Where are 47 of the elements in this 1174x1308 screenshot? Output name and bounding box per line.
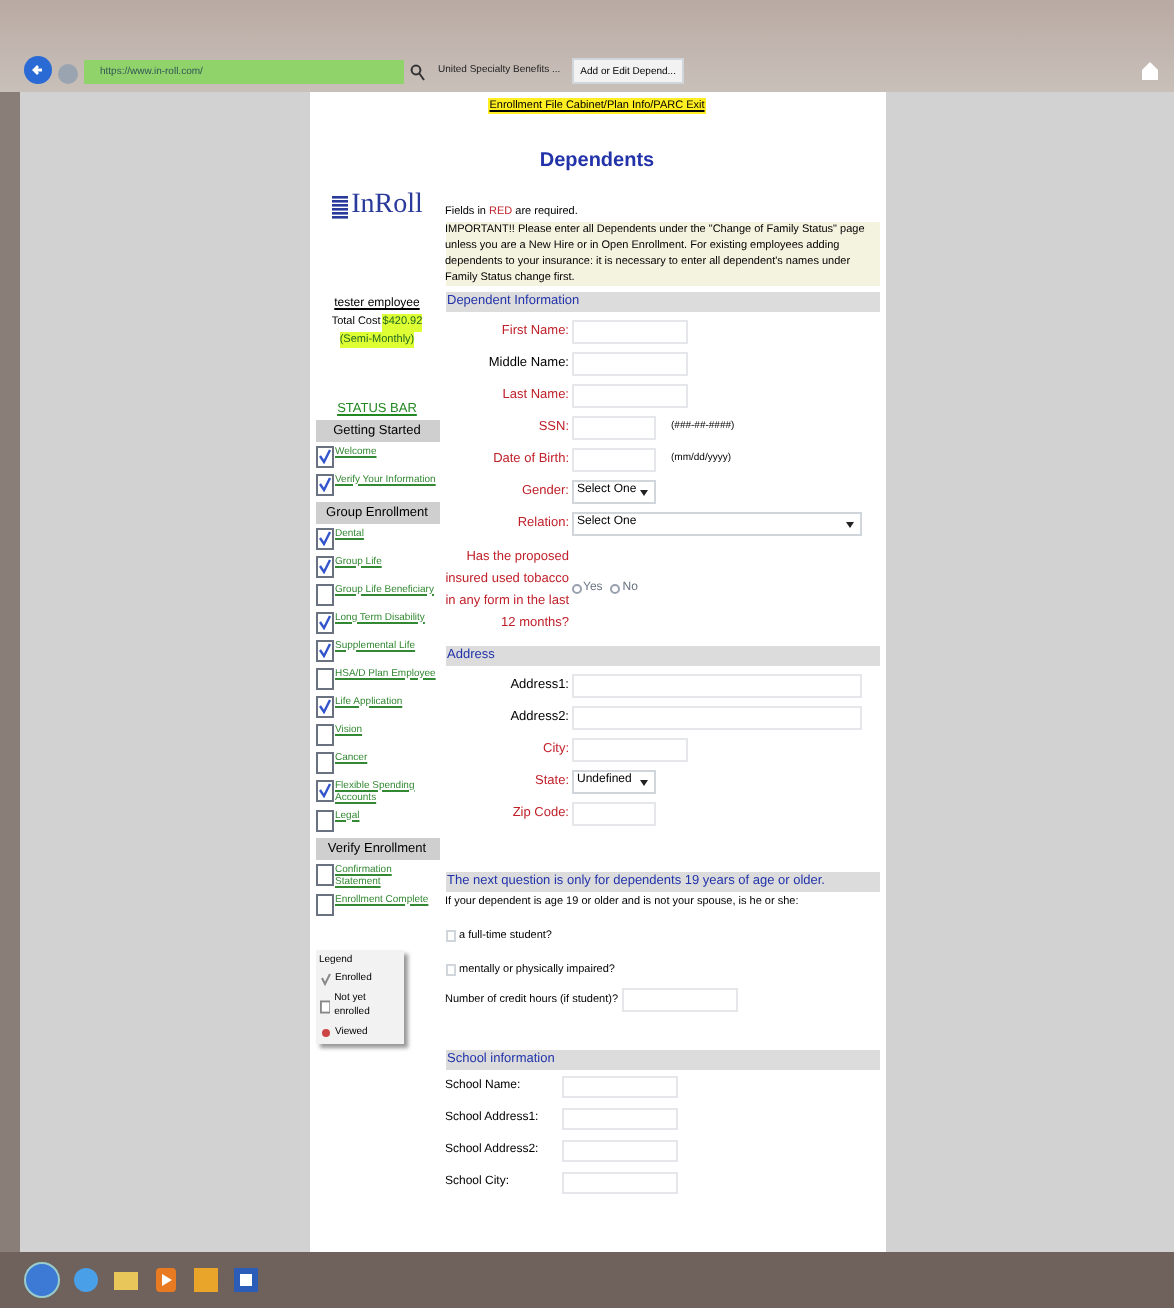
- text-field[interactable]: [571, 737, 687, 761]
- text-field[interactable]: [561, 1075, 677, 1098]
- check-icon: [317, 698, 331, 714]
- browser-icon[interactable]: [72, 1266, 100, 1294]
- check-icon: [317, 782, 331, 798]
- text-field[interactable]: [571, 801, 655, 825]
- mail-app-icon[interactable]: [192, 1266, 220, 1294]
- text-field[interactable]: [571, 673, 861, 697]
- back-button[interactable]: [24, 56, 52, 84]
- logo-icon: [331, 193, 348, 220]
- text-field[interactable]: [561, 1139, 677, 1162]
- checkbox[interactable]: [315, 555, 333, 577]
- viewed-icon: [319, 1025, 331, 1040]
- text-field[interactable]: [561, 1171, 677, 1194]
- start-button[interactable]: [24, 1262, 60, 1298]
- home-icon[interactable]: [1142, 62, 1158, 80]
- text-field[interactable]: [571, 319, 687, 343]
- text-field[interactable]: [571, 705, 861, 729]
- checkbox[interactable]: [315, 723, 333, 745]
- checkbox[interactable]: [315, 611, 333, 633]
- text-field[interactable]: [571, 415, 655, 439]
- checkbox[interactable]: [315, 893, 333, 915]
- page-title: Dependents: [539, 148, 655, 177]
- media-player-icon[interactable]: [152, 1266, 180, 1294]
- checkbox[interactable]: [315, 863, 333, 885]
- checkbox[interactable]: [315, 751, 333, 773]
- checkbox[interactable]: [315, 779, 333, 801]
- checkbox[interactable]: [315, 527, 333, 549]
- checkbox[interactable]: [315, 667, 333, 689]
- checkbox[interactable]: [315, 809, 333, 831]
- text-field[interactable]: [622, 988, 739, 1013]
- document-app-icon[interactable]: [232, 1266, 260, 1294]
- back-arrow-icon: [30, 62, 46, 78]
- logo-text: InRoll: [351, 192, 423, 221]
- folder-icon[interactable]: [112, 1266, 140, 1294]
- checkbox[interactable]: [315, 639, 333, 661]
- text-field[interactable]: [571, 447, 655, 471]
- text-field[interactable]: [571, 351, 687, 375]
- text-field[interactable]: [571, 383, 687, 407]
- checkbox-empty-icon: [319, 999, 331, 1013]
- checkbox[interactable]: [315, 695, 333, 717]
- search-icon[interactable]: [410, 62, 426, 82]
- checkbox[interactable]: [315, 583, 333, 605]
- checkbox[interactable]: [315, 473, 333, 495]
- text-field[interactable]: [561, 1107, 677, 1130]
- checkbox[interactable]: [315, 445, 333, 467]
- checkbox-checked-icon: [319, 972, 331, 987]
